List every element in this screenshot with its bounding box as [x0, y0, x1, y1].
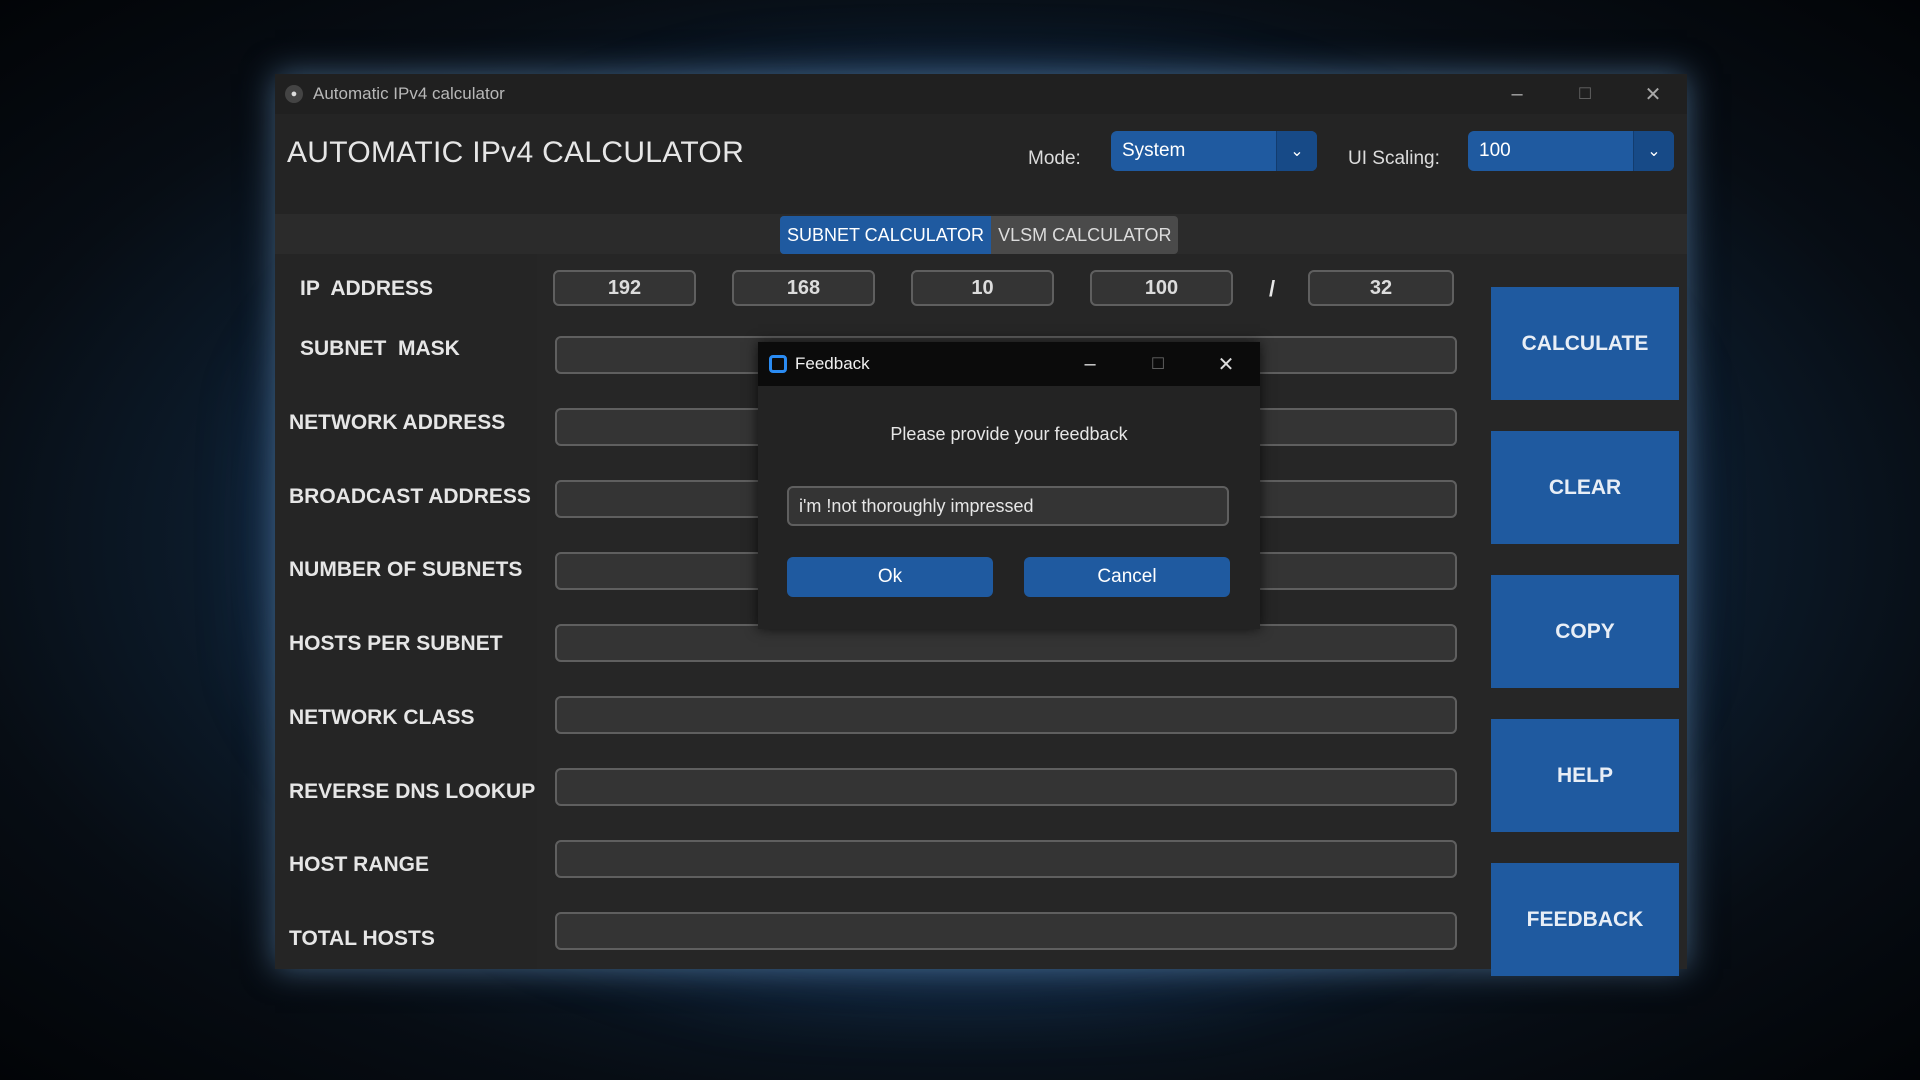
- reverse-dns-lookup-field[interactable]: [555, 768, 1457, 806]
- minimize-button[interactable]: –: [1483, 74, 1551, 114]
- subnet-mask-label: SUBNET MASK: [300, 337, 460, 360]
- dialog-prompt: Please provide your feedback: [890, 424, 1128, 444]
- ip-address-label: IP ADDRESS: [300, 277, 434, 300]
- window-title: Automatic IPv4 calculator: [313, 84, 505, 103]
- chevron-down-icon[interactable]: ⌄: [1633, 131, 1674, 171]
- mode-dropdown[interactable]: System ⌄: [1111, 131, 1317, 171]
- ui-scaling-value: 100: [1479, 140, 1511, 161]
- host-range-field[interactable]: [555, 840, 1457, 878]
- close-button[interactable]: ✕: [1619, 74, 1687, 114]
- network-class-label: NETWORK CLASS: [289, 706, 475, 729]
- feedback-dialog: Feedback – ☐ ✕ Please provide your feedb…: [758, 342, 1260, 629]
- app-title: AUTOMATIC IPv4 CALCULATOR: [287, 136, 745, 169]
- app-icon: ●: [285, 85, 303, 103]
- mode-label: Mode:: [1028, 148, 1081, 169]
- dialog-maximize-button[interactable]: ☐: [1124, 342, 1192, 386]
- hosts-per-subnet-label: HOSTS PER SUBNET: [289, 632, 503, 655]
- mode-value: System: [1122, 140, 1186, 161]
- ip-octet-4[interactable]: 100: [1090, 270, 1233, 306]
- hosts-per-subnet-field[interactable]: [555, 624, 1457, 662]
- total-hosts-label: TOTAL HOSTS: [289, 927, 435, 950]
- maximize-button[interactable]: ☐: [1551, 74, 1619, 114]
- dialog-minimize-button[interactable]: –: [1056, 342, 1124, 386]
- reverse-dns-lookup-label: REVERSE DNS LOOKUP: [289, 780, 536, 803]
- app-header: AUTOMATIC IPv4 CALCULATOR Mode: System ⌄…: [275, 114, 1687, 214]
- number-of-subnets-label: NUMBER OF SUBNETS: [289, 558, 523, 581]
- cancel-button[interactable]: Cancel: [1024, 557, 1230, 597]
- network-class-field[interactable]: [555, 696, 1457, 734]
- dialog-window-controls: – ☐ ✕: [1056, 342, 1260, 386]
- copy-button[interactable]: COPY: [1491, 575, 1679, 688]
- feedback-button[interactable]: FEEDBACK: [1491, 863, 1679, 976]
- clear-button[interactable]: CLEAR: [1491, 431, 1679, 544]
- window-titlebar: ● Automatic IPv4 calculator – ☐ ✕: [275, 74, 1687, 114]
- ui-scaling-dropdown[interactable]: 100 ⌄: [1468, 131, 1674, 171]
- tab-vlsm-calculator[interactable]: VLSM CALCULATOR: [991, 216, 1178, 254]
- tab-bar: SUBNET CALCULATOR VLSM CALCULATOR: [780, 216, 1179, 254]
- dialog-app-icon: [769, 355, 787, 373]
- tab-subnet-calculator[interactable]: SUBNET CALCULATOR: [780, 216, 992, 254]
- ip-octet-2[interactable]: 168: [732, 270, 875, 306]
- broadcast-address-label: BROADCAST ADDRESS: [289, 485, 531, 508]
- dialog-close-button[interactable]: ✕: [1192, 342, 1260, 386]
- host-range-label: HOST RANGE: [289, 853, 430, 876]
- ok-button[interactable]: Ok: [787, 557, 993, 597]
- cidr-slash: /: [1269, 276, 1276, 301]
- dialog-titlebar: Feedback – ☐ ✕: [758, 342, 1260, 386]
- total-hosts-field[interactable]: [555, 912, 1457, 950]
- network-address-label: NETWORK ADDRESS: [289, 411, 506, 434]
- dialog-title: Feedback: [795, 354, 870, 373]
- ip-octet-3[interactable]: 10: [911, 270, 1054, 306]
- ip-octet-1[interactable]: 192: [553, 270, 696, 306]
- calculate-button[interactable]: CALCULATE: [1491, 287, 1679, 400]
- chevron-down-icon[interactable]: ⌄: [1276, 131, 1317, 171]
- help-button[interactable]: HELP: [1491, 719, 1679, 832]
- feedback-input[interactable]: [787, 486, 1229, 526]
- window-controls: – ☐ ✕: [1483, 74, 1687, 114]
- cidr-prefix-input[interactable]: 32: [1308, 270, 1454, 306]
- ui-scaling-label: UI Scaling:: [1348, 148, 1440, 169]
